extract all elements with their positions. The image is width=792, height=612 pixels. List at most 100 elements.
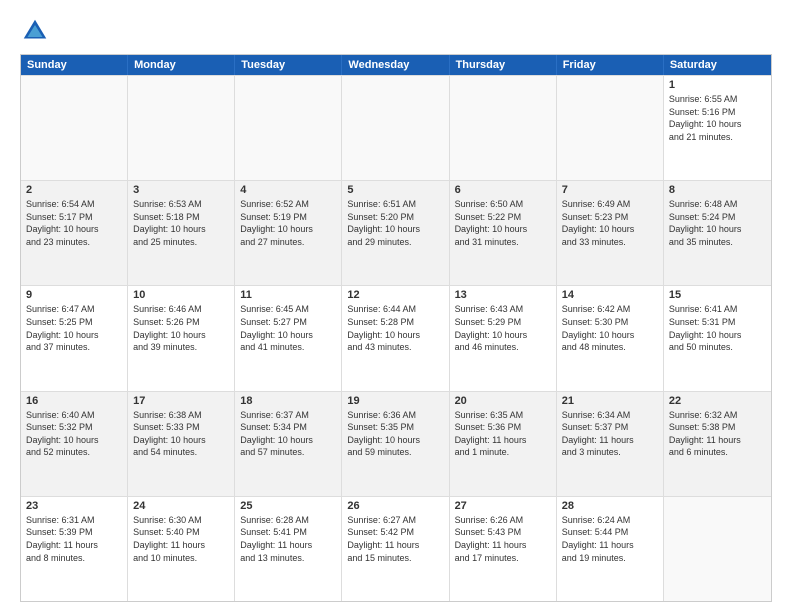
day-info: Sunrise: 6:52 AM Sunset: 5:19 PM Dayligh…	[240, 198, 336, 248]
calendar-week-4: 16 Sunrise: 6:40 AM Sunset: 5:32 PM Dayli…	[21, 391, 771, 496]
calendar-day-20: 20 Sunrise: 6:35 AM Sunset: 5:36 PM Dayli…	[450, 392, 557, 496]
calendar-day-empty-0-0	[21, 76, 128, 180]
day-info: Sunrise: 6:44 AM Sunset: 5:28 PM Dayligh…	[347, 303, 443, 353]
weekday-header-friday: Friday	[557, 55, 664, 75]
day-info: Sunrise: 6:37 AM Sunset: 5:34 PM Dayligh…	[240, 409, 336, 459]
calendar-day-empty-0-4	[450, 76, 557, 180]
day-number: 7	[562, 184, 658, 196]
day-info: Sunrise: 6:38 AM Sunset: 5:33 PM Dayligh…	[133, 409, 229, 459]
logo-icon	[20, 16, 50, 46]
calendar-day-1: 1 Sunrise: 6:55 AM Sunset: 5:16 PM Daylig…	[664, 76, 771, 180]
day-info: Sunrise: 6:47 AM Sunset: 5:25 PM Dayligh…	[26, 303, 122, 353]
day-info: Sunrise: 6:32 AM Sunset: 5:38 PM Dayligh…	[669, 409, 766, 459]
calendar-day-empty-4-6	[664, 497, 771, 601]
calendar-day-10: 10Sunrise: 6:46 AM Sunset: 5:26 PM Dayli…	[128, 286, 235, 390]
day-info: Sunrise: 6:46 AM Sunset: 5:26 PM Dayligh…	[133, 303, 229, 353]
calendar-week-5: 23 Sunrise: 6:31 AM Sunset: 5:39 PM Dayli…	[21, 496, 771, 601]
day-info: Sunrise: 6:50 AM Sunset: 5:22 PM Dayligh…	[455, 198, 551, 248]
day-number: 22	[669, 395, 766, 407]
weekday-header-sunday: Sunday	[21, 55, 128, 75]
day-number: 28	[562, 500, 658, 512]
calendar-day-27: 27Sunrise: 6:26 AM Sunset: 5:43 PM Dayli…	[450, 497, 557, 601]
calendar-day-28: 28 Sunrise: 6:24 AM Sunset: 5:44 PM Dayli…	[557, 497, 664, 601]
calendar-day-4: 4 Sunrise: 6:52 AM Sunset: 5:19 PM Daylig…	[235, 181, 342, 285]
calendar-header: SundayMondayTuesdayWednesdayThursdayFrid…	[21, 55, 771, 75]
calendar-day-14: 14 Sunrise: 6:42 AM Sunset: 5:30 PM Dayli…	[557, 286, 664, 390]
calendar-day-18: 18 Sunrise: 6:37 AM Sunset: 5:34 PM Dayli…	[235, 392, 342, 496]
day-number: 8	[669, 184, 766, 196]
day-number: 19	[347, 395, 443, 407]
weekday-header-thursday: Thursday	[450, 55, 557, 75]
logo	[20, 16, 54, 46]
day-info: Sunrise: 6:53 AM Sunset: 5:18 PM Dayligh…	[133, 198, 229, 248]
calendar-day-21: 21Sunrise: 6:34 AM Sunset: 5:37 PM Dayli…	[557, 392, 664, 496]
day-info: Sunrise: 6:28 AM Sunset: 5:41 PM Dayligh…	[240, 514, 336, 564]
calendar-day-25: 25 Sunrise: 6:28 AM Sunset: 5:41 PM Dayli…	[235, 497, 342, 601]
day-info: Sunrise: 6:55 AM Sunset: 5:16 PM Dayligh…	[669, 93, 766, 143]
day-info: Sunrise: 6:35 AM Sunset: 5:36 PM Dayligh…	[455, 409, 551, 459]
weekday-header-wednesday: Wednesday	[342, 55, 449, 75]
calendar-day-16: 16 Sunrise: 6:40 AM Sunset: 5:32 PM Dayli…	[21, 392, 128, 496]
day-number: 26	[347, 500, 443, 512]
day-number: 12	[347, 289, 443, 301]
calendar-day-17: 17 Sunrise: 6:38 AM Sunset: 5:33 PM Dayli…	[128, 392, 235, 496]
day-info: Sunrise: 6:34 AM Sunset: 5:37 PM Dayligh…	[562, 409, 658, 459]
day-number: 6	[455, 184, 551, 196]
calendar-day-2: 2Sunrise: 6:54 AM Sunset: 5:17 PM Daylig…	[21, 181, 128, 285]
day-info: Sunrise: 6:40 AM Sunset: 5:32 PM Dayligh…	[26, 409, 122, 459]
day-number: 1	[669, 79, 766, 91]
day-number: 25	[240, 500, 336, 512]
day-number: 16	[26, 395, 122, 407]
calendar-body: 1 Sunrise: 6:55 AM Sunset: 5:16 PM Daylig…	[21, 75, 771, 601]
calendar-day-23: 23 Sunrise: 6:31 AM Sunset: 5:39 PM Dayli…	[21, 497, 128, 601]
weekday-header-tuesday: Tuesday	[235, 55, 342, 75]
day-number: 18	[240, 395, 336, 407]
day-number: 2	[26, 184, 122, 196]
calendar-day-22: 22 Sunrise: 6:32 AM Sunset: 5:38 PM Dayli…	[664, 392, 771, 496]
day-info: Sunrise: 6:45 AM Sunset: 5:27 PM Dayligh…	[240, 303, 336, 353]
calendar-day-empty-0-2	[235, 76, 342, 180]
calendar-day-24: 24 Sunrise: 6:30 AM Sunset: 5:40 PM Dayli…	[128, 497, 235, 601]
day-info: Sunrise: 6:26 AM Sunset: 5:43 PM Dayligh…	[455, 514, 551, 564]
day-number: 13	[455, 289, 551, 301]
day-number: 15	[669, 289, 766, 301]
header	[20, 16, 772, 46]
day-info: Sunrise: 6:24 AM Sunset: 5:44 PM Dayligh…	[562, 514, 658, 564]
day-number: 4	[240, 184, 336, 196]
day-number: 3	[133, 184, 229, 196]
day-number: 20	[455, 395, 551, 407]
weekday-header-monday: Monday	[128, 55, 235, 75]
calendar-week-2: 2Sunrise: 6:54 AM Sunset: 5:17 PM Daylig…	[21, 180, 771, 285]
calendar-day-8: 8 Sunrise: 6:48 AM Sunset: 5:24 PM Daylig…	[664, 181, 771, 285]
calendar-day-3: 3 Sunrise: 6:53 AM Sunset: 5:18 PM Daylig…	[128, 181, 235, 285]
day-number: 11	[240, 289, 336, 301]
day-info: Sunrise: 6:30 AM Sunset: 5:40 PM Dayligh…	[133, 514, 229, 564]
day-number: 17	[133, 395, 229, 407]
calendar-week-1: 1 Sunrise: 6:55 AM Sunset: 5:16 PM Daylig…	[21, 75, 771, 180]
day-info: Sunrise: 6:31 AM Sunset: 5:39 PM Dayligh…	[26, 514, 122, 564]
day-number: 9	[26, 289, 122, 301]
day-number: 23	[26, 500, 122, 512]
calendar-day-9: 9 Sunrise: 6:47 AM Sunset: 5:25 PM Daylig…	[21, 286, 128, 390]
weekday-header-saturday: Saturday	[664, 55, 771, 75]
calendar-day-empty-0-5	[557, 76, 664, 180]
day-number: 5	[347, 184, 443, 196]
calendar: SundayMondayTuesdayWednesdayThursdayFrid…	[20, 54, 772, 602]
page: SundayMondayTuesdayWednesdayThursdayFrid…	[0, 0, 792, 612]
calendar-day-7: 7Sunrise: 6:49 AM Sunset: 5:23 PM Daylig…	[557, 181, 664, 285]
calendar-day-12: 12 Sunrise: 6:44 AM Sunset: 5:28 PM Dayli…	[342, 286, 449, 390]
calendar-day-empty-0-3	[342, 76, 449, 180]
calendar-day-6: 6 Sunrise: 6:50 AM Sunset: 5:22 PM Daylig…	[450, 181, 557, 285]
day-info: Sunrise: 6:43 AM Sunset: 5:29 PM Dayligh…	[455, 303, 551, 353]
calendar-day-5: 5Sunrise: 6:51 AM Sunset: 5:20 PM Daylig…	[342, 181, 449, 285]
day-info: Sunrise: 6:42 AM Sunset: 5:30 PM Dayligh…	[562, 303, 658, 353]
day-number: 24	[133, 500, 229, 512]
calendar-day-11: 11 Sunrise: 6:45 AM Sunset: 5:27 PM Dayli…	[235, 286, 342, 390]
calendar-week-3: 9 Sunrise: 6:47 AM Sunset: 5:25 PM Daylig…	[21, 285, 771, 390]
calendar-day-13: 13 Sunrise: 6:43 AM Sunset: 5:29 PM Dayli…	[450, 286, 557, 390]
calendar-day-15: 15Sunrise: 6:41 AM Sunset: 5:31 PM Dayli…	[664, 286, 771, 390]
day-info: Sunrise: 6:48 AM Sunset: 5:24 PM Dayligh…	[669, 198, 766, 248]
day-number: 14	[562, 289, 658, 301]
calendar-day-empty-0-1	[128, 76, 235, 180]
day-info: Sunrise: 6:36 AM Sunset: 5:35 PM Dayligh…	[347, 409, 443, 459]
